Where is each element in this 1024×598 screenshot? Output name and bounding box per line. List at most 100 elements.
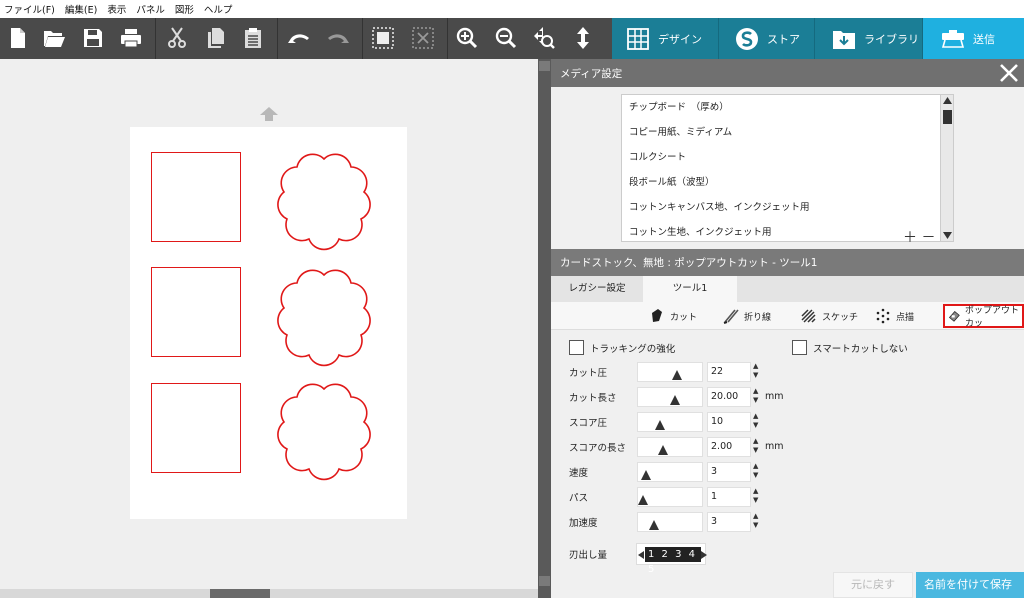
flower-shape[interactable] [271, 377, 377, 481]
menu-panel[interactable]: パネル [136, 2, 165, 16]
setting-value-input[interactable]: 3 [707, 512, 751, 532]
mode-cut[interactable]: カット [649, 304, 697, 328]
square-shape[interactable] [151, 152, 241, 242]
setting-value-input[interactable]: 2.00 [707, 437, 751, 457]
copy-icon[interactable] [202, 24, 230, 52]
spinner-arrows-icon[interactable]: ▲ ▼ [753, 512, 761, 532]
design-canvas[interactable] [0, 59, 538, 589]
save-as-button[interactable]: 名前を付けて保存 [916, 572, 1024, 598]
setting-value-input[interactable]: 20.00 [707, 387, 751, 407]
mode-score[interactable]: 折り線 [723, 304, 771, 328]
tracking-enhance-checkbox[interactable]: トラッキングの強化 [569, 340, 675, 355]
tab-library[interactable]: ライブラリ [815, 18, 923, 59]
scroll-down-icon[interactable] [539, 576, 550, 586]
scroll-thumb[interactable] [210, 589, 270, 598]
tab-legacy-settings[interactable]: レガシー設定 [551, 276, 643, 302]
zoom-in-icon[interactable] [453, 24, 481, 52]
scroll-down-icon[interactable] [943, 231, 952, 240]
new-file-icon[interactable] [4, 24, 32, 52]
add-remove-media[interactable]: ＋ － [903, 227, 935, 247]
spinner-arrows-icon[interactable]: ▲ ▼ [753, 387, 761, 407]
zoom-fit-icon[interactable] [530, 24, 558, 52]
spinner-arrows-icon[interactable]: ▲ ▼ [753, 412, 761, 432]
slider-thumb[interactable] [640, 470, 651, 480]
spinner-arrows-icon[interactable]: ▲ ▼ [753, 437, 761, 457]
setting-slider[interactable] [637, 487, 703, 507]
spinner-arrows-icon[interactable]: ▲ ▼ [753, 462, 761, 482]
move-arrows-icon[interactable] [569, 24, 597, 52]
mode-popout-cut[interactable]: ポップアウトカッ [943, 304, 1024, 329]
tab-library-label: ライブラリ [864, 32, 919, 46]
slider-thumb[interactable] [671, 370, 682, 380]
redo-icon[interactable] [324, 24, 352, 52]
setting-value-input[interactable]: 10 [707, 412, 751, 432]
save-icon[interactable] [79, 24, 107, 52]
setting-slider[interactable] [637, 462, 703, 482]
tab-store[interactable]: ストア [719, 18, 815, 59]
menu-shapes[interactable]: 図形 [175, 2, 194, 16]
flower-shape[interactable] [271, 263, 377, 367]
square-shape[interactable] [151, 267, 241, 357]
tab-send[interactable]: 送信 [923, 18, 1024, 59]
scroll-thumb[interactable] [943, 110, 952, 124]
list-item[interactable]: チップボード （厚め） [622, 95, 953, 120]
close-icon[interactable] [998, 62, 1020, 84]
main-tabs: デザイン ストア ライブラリ 送信 [612, 18, 1024, 59]
horizontal-scrollbar[interactable] [0, 589, 538, 598]
cut-icon[interactable] [163, 24, 191, 52]
setting-value-input[interactable]: 22 [707, 362, 751, 382]
tab-design[interactable]: デザイン [612, 18, 719, 59]
list-item[interactable]: 段ボール紙（波型） [622, 170, 953, 195]
smart-cut-checkbox[interactable]: スマートカットしない [792, 340, 908, 355]
setting-slider[interactable] [637, 362, 703, 382]
list-item[interactable]: コットンキャンバス地、インクジェット用 [622, 195, 953, 220]
slider-thumb[interactable] [670, 395, 681, 405]
print-icon[interactable] [117, 24, 145, 52]
mode-dotting[interactable]: 点描 [875, 304, 914, 328]
setting-value-input[interactable]: 3 [707, 462, 751, 482]
group-icon[interactable] [369, 24, 397, 52]
tab-tool1[interactable]: ツール1 [643, 276, 737, 302]
vertical-scrollbar[interactable] [538, 59, 551, 598]
media-list[interactable]: チップボード （厚め） コピー用紙、ミディアム コルクシート 段ボール紙（波型）… [621, 94, 954, 242]
arrow-left-icon[interactable] [638, 551, 644, 559]
menu-help[interactable]: ヘルプ [204, 2, 233, 16]
spinner-arrows-icon[interactable]: ▲ ▼ [753, 487, 761, 507]
scroll-up-icon[interactable] [539, 61, 550, 71]
menu-file[interactable]: ファイル(F) [4, 2, 55, 16]
setting-row: カット長さ 20.00 ▲ ▼ mm [569, 386, 809, 408]
setting-slider[interactable] [637, 437, 703, 457]
slider-thumb[interactable] [649, 520, 660, 530]
menu-view[interactable]: 表示 [107, 2, 126, 16]
spinner-arrows-icon[interactable]: ▲ ▼ [753, 362, 761, 382]
slider-thumb[interactable] [638, 495, 648, 505]
up-arrow-icon[interactable] [259, 107, 279, 121]
scroll-up-icon[interactable] [943, 96, 952, 105]
setting-slider[interactable] [637, 412, 703, 432]
mode-sketch[interactable]: スケッチ [801, 304, 858, 328]
slider-thumb[interactable] [654, 420, 665, 430]
revert-button[interactable]: 元に戻す [833, 572, 913, 598]
store-icon [736, 27, 758, 50]
paste-icon[interactable] [239, 24, 267, 52]
square-shape[interactable] [151, 383, 241, 473]
setting-slider[interactable] [637, 512, 703, 532]
cutting-mat-sheet[interactable] [130, 127, 407, 519]
blade-depth-control[interactable]: 1 2 3 4 5 [636, 543, 707, 575]
menu-edit[interactable]: 編集(E) [65, 2, 97, 16]
slider-thumb[interactable] [657, 445, 668, 455]
setting-slider[interactable] [637, 387, 703, 407]
undo-icon[interactable] [285, 24, 313, 52]
cut-mode-selector: カット 折り線 スケッチ 点描 ポップアウトカッ [551, 302, 1024, 330]
list-item[interactable]: コルクシート [622, 145, 953, 170]
zoom-out-icon[interactable] [492, 24, 520, 52]
media-list-scrollbar[interactable] [940, 94, 954, 242]
checkbox-box[interactable] [569, 340, 584, 355]
arrow-right-icon[interactable] [701, 551, 707, 559]
ungroup-icon[interactable] [409, 24, 437, 52]
checkbox-box[interactable] [792, 340, 807, 355]
flower-shape[interactable] [271, 147, 377, 251]
list-item[interactable]: コピー用紙、ミディアム [622, 120, 953, 145]
open-folder-icon[interactable] [40, 24, 68, 52]
setting-value-input[interactable]: 1 [707, 487, 751, 507]
